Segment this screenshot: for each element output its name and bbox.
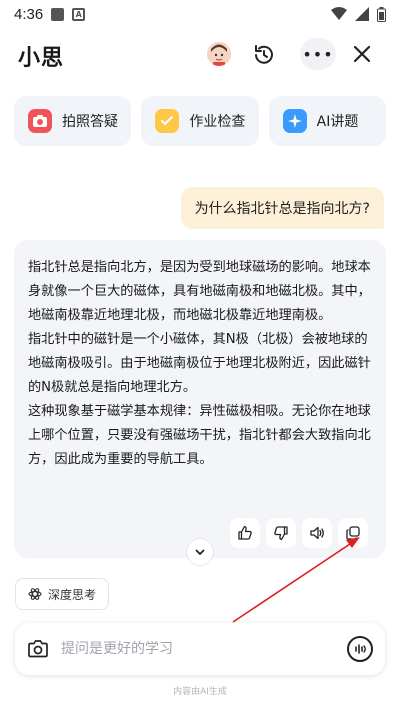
ai-spark-icon <box>282 109 307 133</box>
voice-input-button[interactable] <box>347 636 373 662</box>
more-options-button[interactable]: ••• <box>300 38 336 70</box>
like-button[interactable] <box>230 518 260 548</box>
quick-action-photo-qa[interactable]: 拍照答疑 <box>14 96 132 146</box>
avatar[interactable] <box>207 42 231 66</box>
question-input[interactable] <box>61 641 347 657</box>
copy-button[interactable] <box>338 518 368 548</box>
gallery-notification-icon <box>51 7 65 21</box>
close-button[interactable] <box>350 42 374 66</box>
homework-check-icon <box>155 109 180 133</box>
answer-feedback-toolbar <box>230 518 368 548</box>
wifi-icon <box>331 7 347 20</box>
dislike-button[interactable] <box>266 518 296 548</box>
history-button[interactable] <box>251 42 277 68</box>
quick-action-label: AI讲题 <box>316 114 359 130</box>
page-title: 小思 <box>18 46 65 71</box>
user-message-bubble: 为什么指北针总是指向北方? <box>180 187 384 229</box>
quick-action-label: 作业检查 <box>189 114 246 130</box>
battery-icon <box>377 6 386 22</box>
close-icon <box>353 45 371 63</box>
camera-icon[interactable] <box>27 639 49 659</box>
deep-think-toggle[interactable]: 深度思考 <box>15 578 110 610</box>
atom-icon <box>28 588 42 600</box>
quick-actions: 拍照答疑 作业检查 AI讲题 <box>14 96 386 146</box>
answer-paragraph: 这种现象基于磁学基本规律：异性磁极相吸。无论你在地球上哪个位置，只要没有强磁场干… <box>28 404 371 467</box>
ai-answer-card: 指北针总是指向北方，是因为受到地球磁场的影响。地球本身就像一个巨大的磁体，具有地… <box>14 240 386 558</box>
app-header: 小思 ••• <box>0 36 400 76</box>
chat-input-bar <box>15 623 385 675</box>
quick-action-homework-check[interactable]: 作业检查 <box>141 96 259 146</box>
speaker-icon <box>310 526 324 540</box>
quick-action-label: 拍照答疑 <box>62 114 118 130</box>
read-aloud-button[interactable] <box>302 518 332 548</box>
camera-icon <box>28 109 52 133</box>
expand-button[interactable] <box>186 538 214 566</box>
more-dots-icon: ••• <box>302 44 334 64</box>
answer-paragraph: 指北针总是指向北方，是因为受到地球磁场的影响。地球本身就像一个巨大的磁体，具有地… <box>28 260 371 323</box>
avatar-face-icon <box>207 42 231 66</box>
thumbs-up-icon <box>238 525 252 540</box>
copy-icon <box>346 526 360 540</box>
history-clock-icon <box>255 45 273 64</box>
deep-think-label: 深度思考 <box>48 587 97 602</box>
status-bar: 4:36 A <box>0 0 400 28</box>
signal-icon <box>355 7 369 21</box>
answer-text: 指北针总是指向北方，是因为受到地球磁场的影响。地球本身就像一个巨大的磁体，具有地… <box>28 256 374 472</box>
a-notification-icon: A <box>72 7 86 21</box>
status-time: 4:36 <box>14 5 44 23</box>
answer-paragraph: 指北针中的磁针是一个小磁体，其N极（北极）会被地球的地磁南极吸引。由于地磁南极位… <box>28 332 371 395</box>
thumbs-down-icon <box>274 526 288 541</box>
voice-wave-icon <box>355 644 366 654</box>
chevron-down-icon <box>195 549 205 555</box>
ai-generated-note: 内容由AI生成 <box>173 687 227 697</box>
quick-action-ai-lecture[interactable]: AI讲题 <box>268 96 386 146</box>
